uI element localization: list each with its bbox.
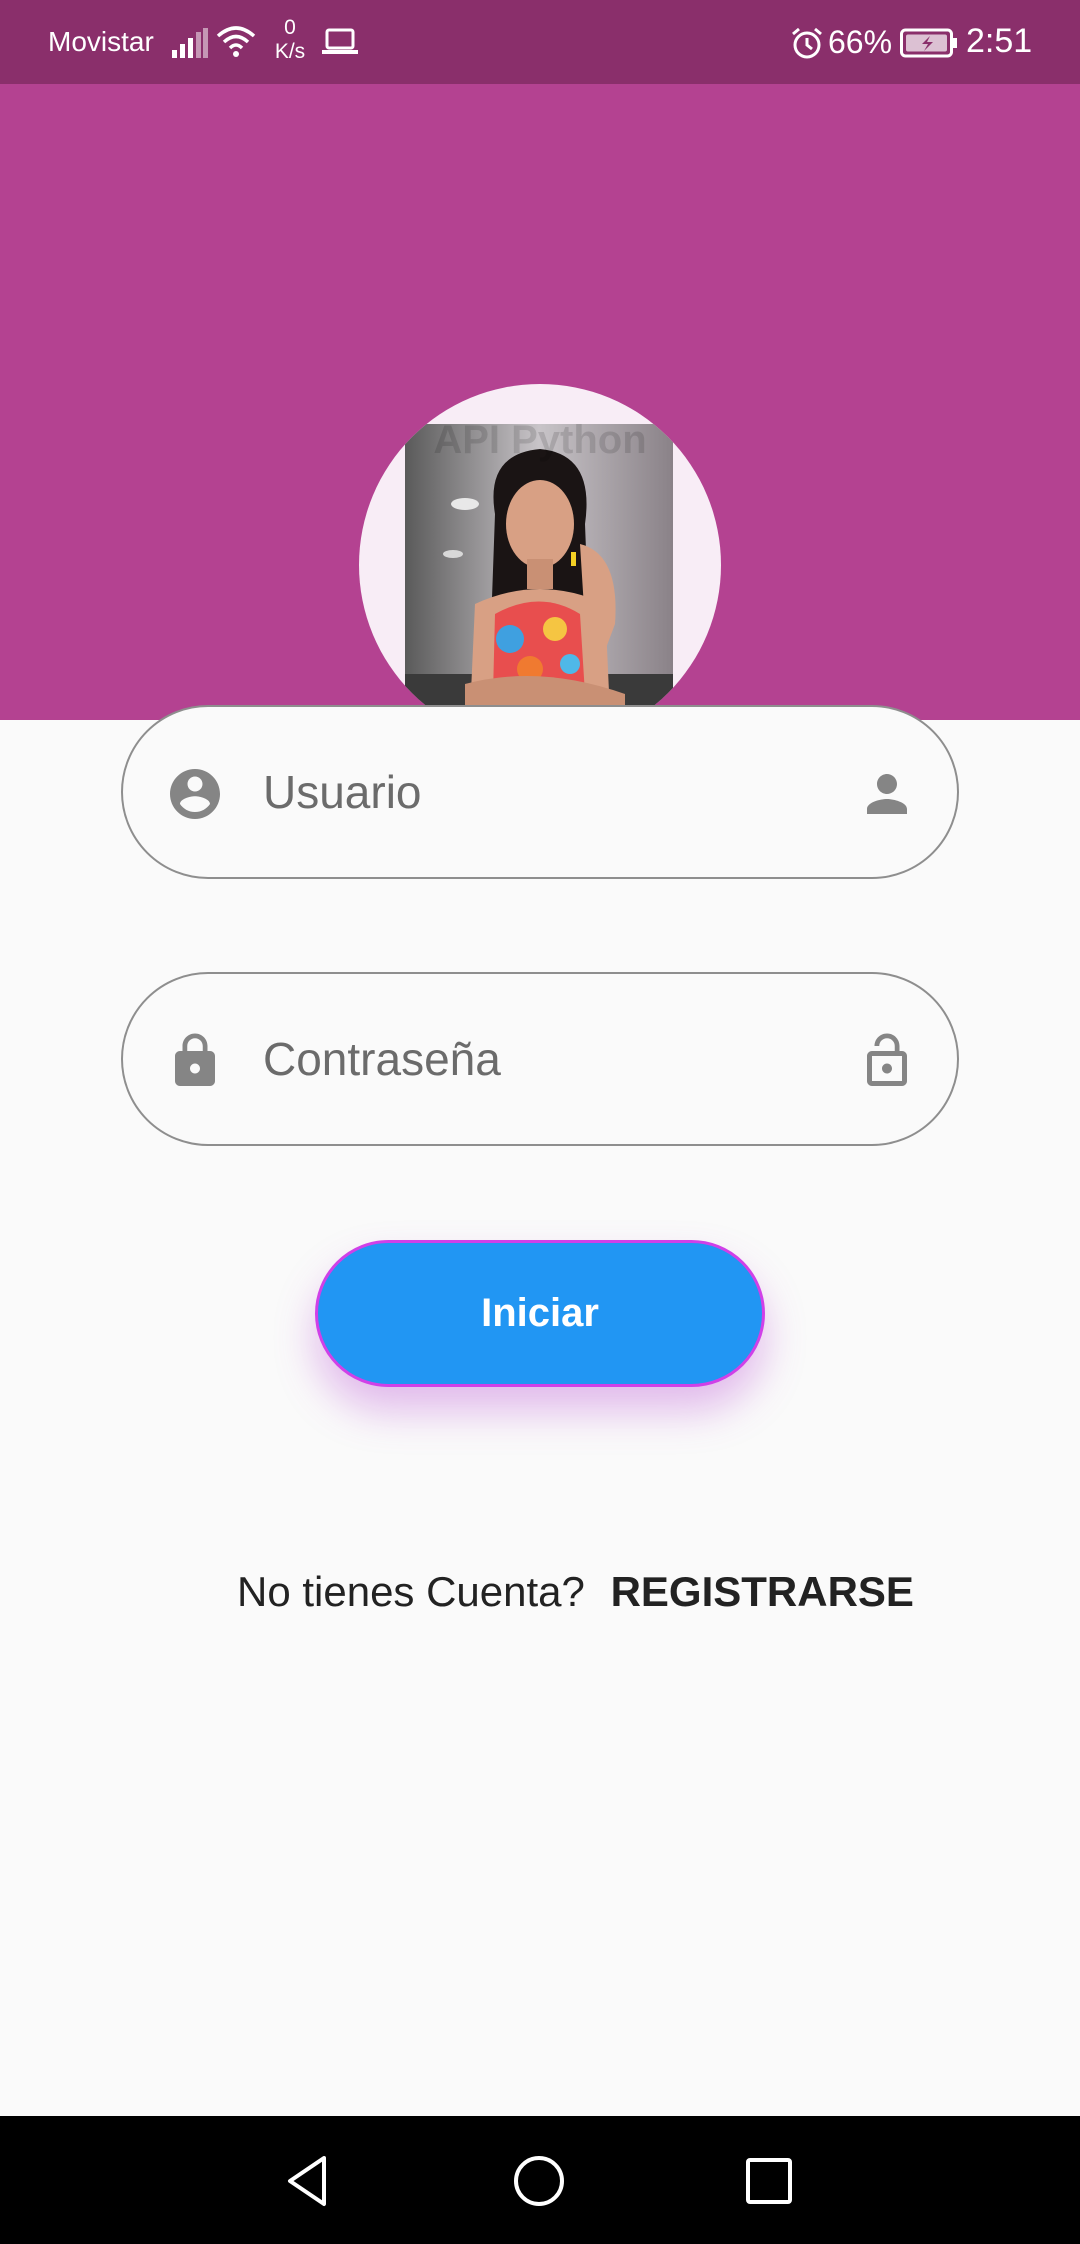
- status-bar: Movistar 0 K/s 66% 2:51: [0, 0, 1080, 84]
- avatar: API Python: [359, 384, 721, 746]
- navigation-bar: [0, 2116, 1080, 2244]
- username-input[interactable]: [263, 747, 803, 837]
- back-icon[interactable]: [274, 2146, 344, 2216]
- person-icon: [867, 774, 907, 814]
- lock-icon: [175, 1033, 215, 1086]
- register-row: No tienes Cuenta? REGISTRARSE: [237, 1568, 914, 1616]
- laptop-icon: [322, 28, 358, 54]
- network-speed: 0 K/s: [270, 16, 310, 64]
- profile-photo: [405, 424, 673, 746]
- register-prompt: No tienes Cuenta?: [237, 1568, 585, 1615]
- clock: 2:51: [966, 22, 1033, 60]
- wifi-icon: [216, 26, 256, 57]
- header-banner: API Python: [0, 84, 1080, 746]
- recent-apps-icon[interactable]: [734, 2146, 804, 2216]
- username-field[interactable]: [121, 705, 959, 879]
- alarm-icon: [792, 27, 822, 59]
- lock-open-icon: [867, 1033, 907, 1086]
- battery-charging-icon: [900, 28, 957, 58]
- signal-icon: [172, 28, 208, 58]
- register-link[interactable]: REGISTRARSE: [611, 1568, 914, 1615]
- account-circle-icon: [170, 769, 220, 819]
- avatar-watermark: API Python: [433, 418, 647, 462]
- network-speed-unit: K/s: [274, 40, 306, 63]
- network-speed-value: 0: [284, 16, 296, 39]
- password-input[interactable]: [263, 1014, 803, 1104]
- login-button[interactable]: Iniciar: [315, 1240, 765, 1387]
- password-field[interactable]: [121, 972, 959, 1146]
- battery-percent: 66%: [828, 24, 893, 60]
- home-icon[interactable]: [504, 2146, 574, 2216]
- carrier-name: Movistar: [48, 26, 154, 57]
